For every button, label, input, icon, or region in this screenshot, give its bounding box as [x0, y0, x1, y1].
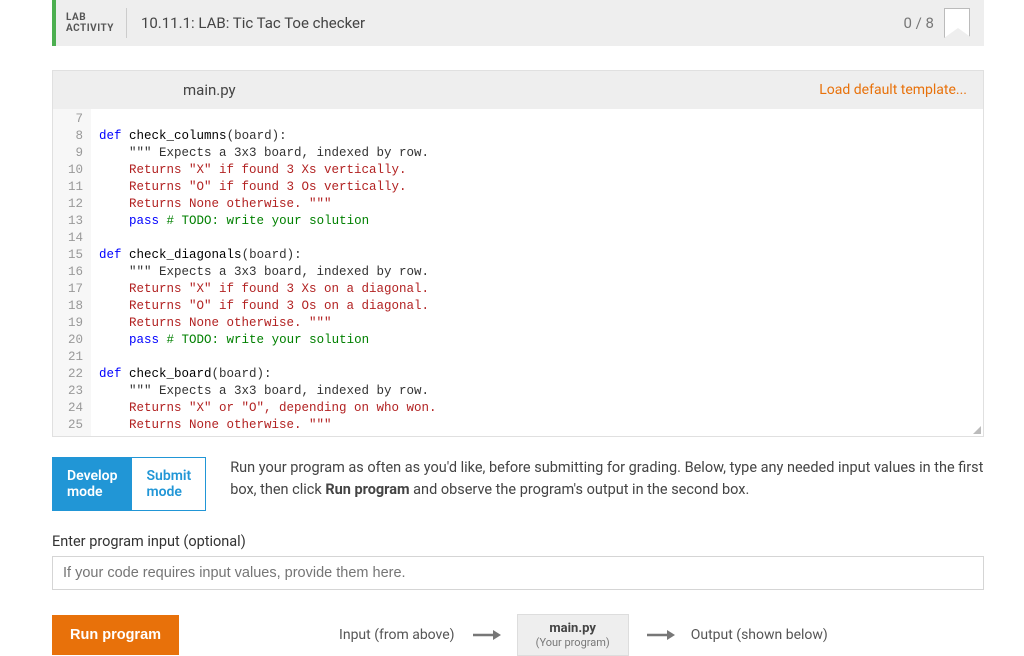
- lab-title: 10.11.1: LAB: Tic Tac Toe checker: [141, 14, 904, 32]
- lab-score: 0 / 8: [904, 14, 935, 32]
- resize-handle[interactable]: [971, 424, 981, 434]
- divider: [126, 8, 127, 38]
- input-flow-label: Input (from above): [339, 627, 455, 643]
- mode-toggle: Develop mode Submit mode: [52, 457, 206, 511]
- lab-activity-label: LAB ACTIVITY: [66, 12, 114, 34]
- editor-filename: main.py: [183, 81, 819, 99]
- bookmark-icon[interactable]: [944, 8, 970, 38]
- output-flow-label: Output (shown below): [691, 627, 828, 643]
- mode-row: Develop mode Submit mode Run your progra…: [52, 457, 984, 511]
- line-gutter: 78910111213141516171819202122232425: [53, 109, 91, 436]
- code-body[interactable]: def check_columns(board): """ Expects a …: [91, 109, 983, 436]
- mode-description: Run your program as often as you'd like,…: [230, 457, 984, 511]
- submit-mode-button[interactable]: Submit mode: [131, 458, 205, 510]
- editor-panel: main.py Load default template... 7891011…: [52, 70, 984, 437]
- arrow-icon: [645, 629, 675, 641]
- load-template-link[interactable]: Load default template...: [819, 82, 967, 98]
- arrow-icon: [471, 629, 501, 641]
- run-row: Run program Input (from above) main.py (…: [52, 614, 984, 656]
- run-program-button[interactable]: Run program: [52, 615, 179, 655]
- input-label: Enter program input (optional): [52, 533, 984, 550]
- develop-mode-button[interactable]: Develop mode: [53, 458, 131, 510]
- editor-header: main.py Load default template...: [53, 71, 983, 109]
- lab-header: LAB ACTIVITY 10.11.1: LAB: Tic Tac Toe c…: [52, 0, 984, 46]
- program-flow-box: main.py (Your program): [517, 614, 629, 656]
- code-editor[interactable]: 78910111213141516171819202122232425 def …: [53, 109, 983, 436]
- program-input[interactable]: [52, 556, 984, 590]
